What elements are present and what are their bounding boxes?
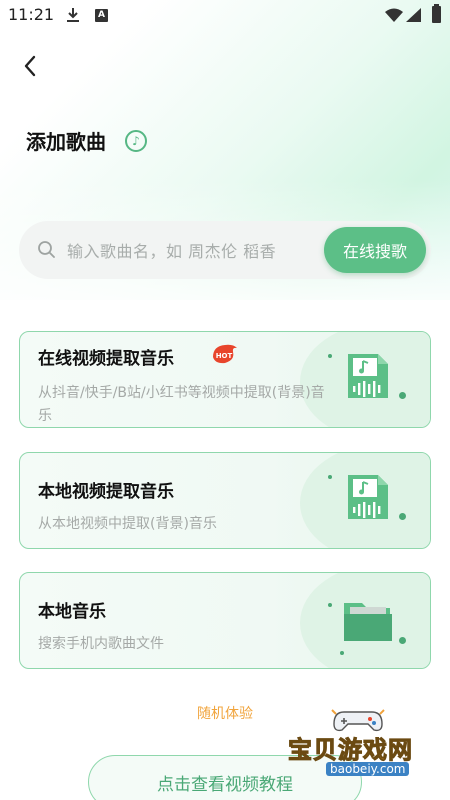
search-icon — [38, 241, 55, 258]
card-description: 从本地视频中提取(背景)音乐 — [38, 516, 217, 532]
decor-dot — [328, 603, 332, 607]
card-local-video-extract[interactable]: 本地视频提取音乐 从本地视频中提取(背景)音乐 — [19, 452, 431, 549]
decor-dot — [340, 651, 344, 655]
a-icon: A — [95, 9, 108, 22]
online-search-button[interactable]: 在线搜歌 — [324, 227, 426, 273]
wifi-icon — [385, 8, 403, 22]
card-description: 搜索手机内歌曲文件 — [38, 636, 164, 652]
card-local-music[interactable]: 本地音乐 搜索手机内歌曲文件 — [19, 572, 431, 669]
status-bar: 11:21 A — [0, 0, 450, 32]
card-description: 从抖音/快手/B站/小红书等视频中提取(背景)音乐 — [38, 385, 325, 424]
decor-dot — [328, 475, 332, 479]
back-button[interactable] — [14, 50, 46, 82]
card-online-video-extract[interactable]: 在线视频提取音乐 HOT 从抖音/快手/B站/小红书等视频中提取(背景)音乐 — [19, 331, 431, 428]
hot-badge-text: HOT — [216, 352, 233, 360]
audio-file-icon — [348, 354, 388, 398]
audio-file-icon — [348, 475, 388, 519]
watermark: 宝贝游戏网 baobeiy.com — [282, 706, 442, 782]
search-input[interactable]: 输入歌曲名，如 周杰伦 稻香 — [67, 238, 276, 262]
search-bar[interactable]: 输入歌曲名，如 周杰伦 稻香 在线搜歌 — [19, 221, 431, 279]
folder-icon — [344, 603, 392, 641]
decor-dot — [399, 513, 406, 520]
decor-dot — [399, 392, 406, 399]
music-note-icon: ♪ — [125, 130, 147, 152]
status-time: 11:21 — [8, 5, 55, 24]
page-title: 添加歌曲 — [26, 130, 106, 154]
watermark-url: baobeiy.com — [326, 762, 410, 776]
decor-dot — [399, 637, 406, 644]
signal-icon — [406, 8, 421, 22]
decor-dot — [328, 354, 332, 358]
card-title: 在线视频提取音乐 — [38, 349, 174, 369]
card-title: 本地视频提取音乐 — [38, 482, 174, 502]
hot-badge: HOT — [213, 344, 237, 364]
download-icon — [67, 8, 79, 22]
chevron-left-icon — [24, 55, 36, 77]
card-title: 本地音乐 — [38, 602, 106, 622]
watermark-text: 宝贝游戏网 — [288, 736, 413, 765]
battery-icon — [432, 4, 441, 23]
